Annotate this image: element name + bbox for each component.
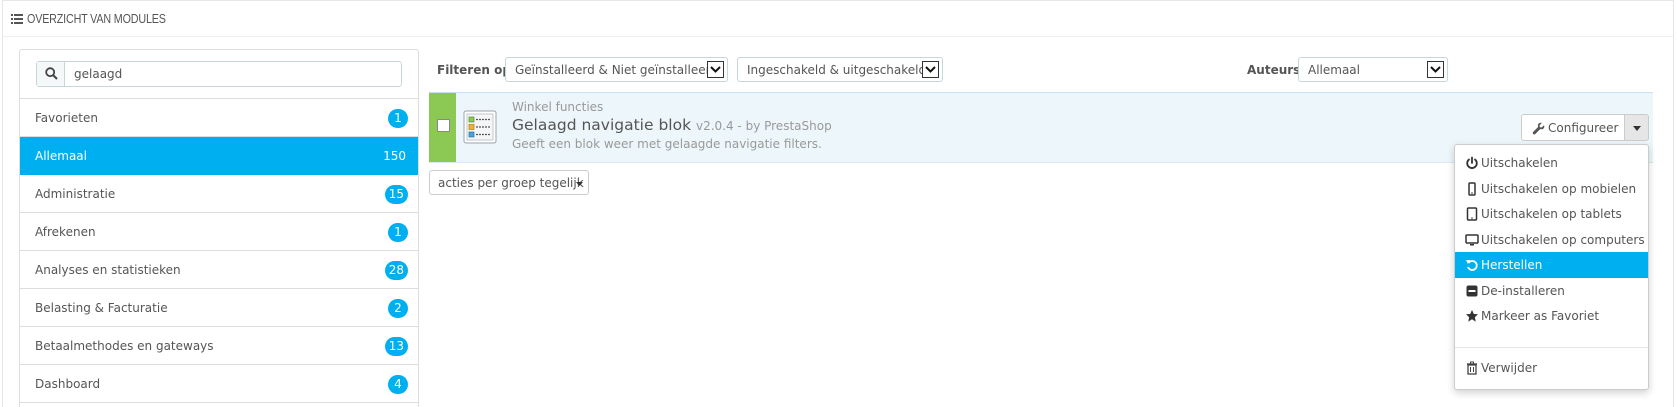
- sidebar-item-analyses-en-statistieken[interactable]: Analyses en statistieken 28: [20, 251, 418, 289]
- menu-item-label: De-installeren: [1481, 283, 1565, 298]
- enable-filter-value: Ingeschakeld & uitgeschakeld: [747, 63, 927, 77]
- menu-divider: [1455, 347, 1648, 348]
- install-filter-select[interactable]: Geïnstalleerd & Niet geïnstalleerd: [505, 57, 728, 82]
- search-icon: [45, 67, 58, 80]
- sidebar-item-favorieten[interactable]: Favorieten 1: [20, 99, 418, 137]
- module-category: Winkel functies: [512, 100, 604, 114]
- chevron-down-icon: [922, 61, 939, 78]
- panel-heading: OVERZICHT VAN MODULES: [3, 1, 1673, 37]
- menu-item-label: Verwijder: [1481, 361, 1538, 375]
- count-badge: 15: [384, 185, 408, 204]
- install-filter-value: Geïnstalleerd & Niet geïnstalleerd: [515, 63, 718, 77]
- star-icon: [1466, 310, 1478, 322]
- sidebar-item-label: Betaalmethodes en gateways: [35, 339, 214, 353]
- count-badge: 1: [388, 109, 408, 128]
- sidebar-item-afrekenen[interactable]: Afrekenen 1: [20, 213, 418, 251]
- category-list: Favorieten 1 Allemaal 150 Administratie 15 Afr…: [20, 99, 418, 403]
- caret-down-icon: [576, 182, 583, 186]
- authors-select[interactable]: Allemaal: [1298, 57, 1448, 82]
- chevron-down-icon: [707, 61, 724, 78]
- authors-value: Allemaal: [1308, 63, 1360, 77]
- menu-item-uitschakelen-op-computers[interactable]: Uitschakelen op computers: [1455, 227, 1648, 253]
- configure-label: Configureer: [1548, 121, 1619, 135]
- sidebar-item-label: Belasting & Facturatie: [35, 301, 168, 315]
- menu-item-markeer-as-favoriet[interactable]: Markeer as Favoriet: [1455, 303, 1648, 329]
- panel-title: OVERZICHT VAN MODULES: [27, 12, 166, 26]
- menu-item-uitschakelen[interactable]: Uitschakelen: [1455, 150, 1648, 176]
- enable-filter-select[interactable]: Ingeschakeld & uitgeschakeld: [737, 57, 943, 82]
- count-badge: 2: [388, 299, 408, 318]
- module-actions-menu: Uitschakelen Uitschakelen op mobielen Uits…: [1454, 144, 1649, 390]
- list-icon: [11, 14, 23, 24]
- wrench-icon: [1532, 122, 1545, 135]
- module-name-text: Gelaagd navigatie blok: [512, 116, 692, 134]
- sidebar-item-label: Analyses en statistieken: [35, 263, 181, 277]
- menu-item-uitschakelen-op-mobielen[interactable]: Uitschakelen op mobielen: [1455, 176, 1648, 202]
- module-search-input[interactable]: [65, 62, 401, 86]
- desktop-icon: [1465, 233, 1479, 245]
- bulk-actions-label: acties per groep tegelijk: [438, 176, 584, 190]
- menu-item-label: Herstellen: [1481, 258, 1543, 272]
- menu-item-label: Uitschakelen op tablets: [1481, 207, 1622, 221]
- search-addon: [37, 62, 65, 86]
- sidebar-item-administratie[interactable]: Administratie 15: [20, 175, 418, 213]
- menu-item-herstellen[interactable]: Herstellen: [1455, 252, 1648, 278]
- undo-icon: [1466, 260, 1478, 271]
- menu-item-verwijder[interactable]: Verwijder: [1455, 355, 1648, 381]
- caret-down-icon: [1633, 126, 1641, 131]
- count-badge: 150: [383, 149, 406, 163]
- category-sidebar: Favorieten 1 Allemaal 150 Administratie 15 Afr…: [19, 49, 419, 407]
- menu-item-de-installeren[interactable]: De-installeren: [1455, 278, 1648, 304]
- module-version: v2.0.4 - by PrestaShop: [695, 119, 832, 133]
- menu-item-label: Markeer as Favoriet: [1481, 309, 1600, 323]
- sidebar-item-dashboard[interactable]: Dashboard 4: [20, 365, 418, 403]
- chevron-down-icon: [1427, 61, 1444, 78]
- sidebar-item-label: Favorieten: [35, 111, 98, 125]
- configure-button[interactable]: Configureer: [1521, 114, 1625, 141]
- sidebar-item-allemaal[interactable]: Allemaal 150: [20, 137, 418, 175]
- count-badge: 28: [384, 261, 408, 280]
- module-actions-toggle[interactable]: [1624, 114, 1649, 141]
- count-badge: 4: [388, 375, 408, 394]
- sidebar-item-label: Allemaal: [35, 149, 87, 163]
- minus-square-icon: [1466, 285, 1478, 296]
- count-badge: 13: [384, 337, 408, 356]
- tablet-icon: [1466, 207, 1478, 221]
- sidebar-item-label: Afrekenen: [35, 225, 96, 239]
- sidebar-item-betaalmethodes-en-gateways[interactable]: Betaalmethodes en gateways 13: [20, 327, 418, 365]
- mobile-icon: [1468, 181, 1476, 196]
- search-area: [20, 50, 418, 99]
- filter-label: Filteren op: [437, 63, 511, 77]
- menu-item-label: Uitschakelen op computers: [1481, 232, 1645, 247]
- sidebar-item-label: Dashboard: [35, 377, 101, 391]
- bulk-actions-button[interactable]: acties per groep tegelijk: [429, 170, 589, 195]
- module-description: Geeft een blok weer met gelaagde navigat…: [512, 137, 822, 151]
- menu-item-uitschakelen-op-tablets[interactable]: Uitschakelen op tablets: [1455, 201, 1648, 227]
- sidebar-item-label: Administratie: [35, 187, 116, 201]
- menu-item-label: Uitschakelen op mobielen: [1481, 181, 1637, 196]
- power-icon: [1466, 156, 1478, 169]
- search-box: [36, 61, 402, 87]
- sidebar-item-belasting-facturatie[interactable]: Belasting & Facturatie 2: [20, 289, 418, 327]
- module-logo-icon: [463, 110, 497, 144]
- trash-icon: [1467, 361, 1477, 375]
- menu-item-label: Uitschakelen: [1481, 156, 1558, 170]
- module-checkbox[interactable]: [437, 119, 450, 132]
- module-name: Gelaagd navigatie blok v2.0.4 - by Prest…: [512, 116, 832, 134]
- authors-label: Auteurs: [1247, 63, 1301, 77]
- count-badge: 1: [388, 223, 408, 242]
